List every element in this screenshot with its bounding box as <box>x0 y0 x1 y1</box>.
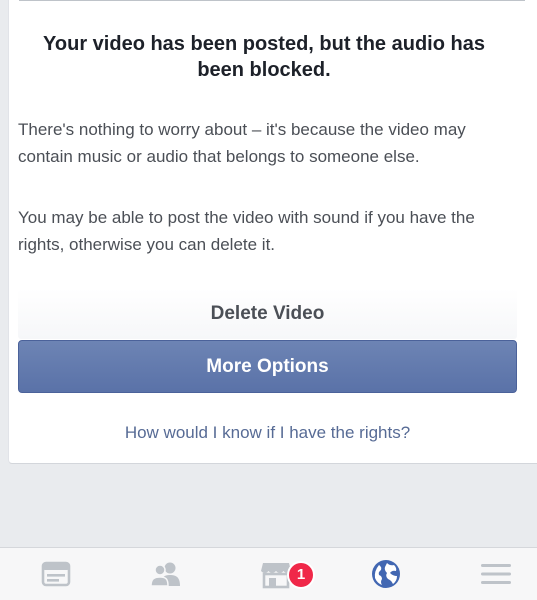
tab-friends[interactable] <box>136 548 196 600</box>
divider <box>19 0 525 1</box>
menu-icon <box>480 561 512 587</box>
globe-notifications-icon <box>370 558 402 590</box>
delete-video-button[interactable]: Delete Video <box>18 289 517 339</box>
dialog-body-explanation: There's nothing to worry about – it's be… <box>18 120 466 166</box>
friends-icon <box>149 560 183 588</box>
tab-notifications[interactable] <box>356 548 416 600</box>
notification-badge: 1 <box>287 561 315 589</box>
tab-menu[interactable] <box>466 548 526 600</box>
more-options-button[interactable]: More Options <box>18 340 517 393</box>
dialog-body-rights: You may be able to post the video with s… <box>18 208 475 254</box>
news-feed-icon <box>41 560 71 588</box>
rights-help-link[interactable]: How would I know if I have the rights? <box>18 422 517 444</box>
bottom-tab-bar <box>0 547 537 600</box>
dialog-title: Your video has been posted, but the audi… <box>43 33 485 81</box>
tab-news-feed[interactable] <box>26 548 86 600</box>
